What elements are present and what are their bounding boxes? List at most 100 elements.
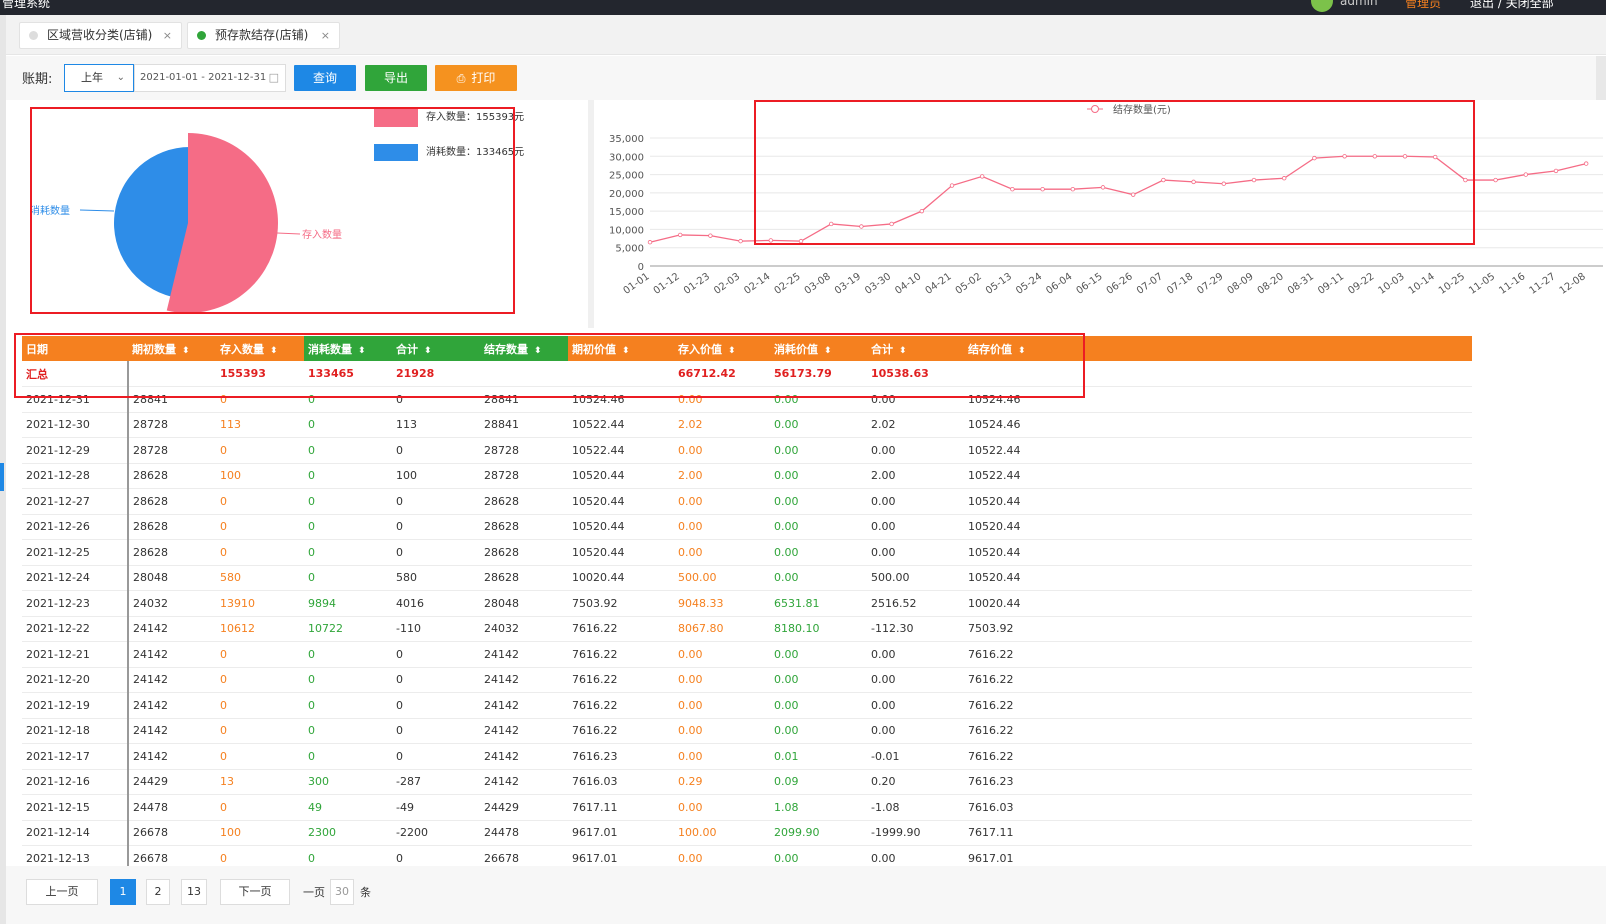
table-row[interactable]: 2021-12-30 28728 113 0 113 28841 10522.44 2.02 0… <box>22 412 1472 438</box>
sort-icon[interactable]: ⬍ <box>270 346 278 356</box>
sort-icon[interactable]: ⬍ <box>534 346 542 356</box>
sort-icon[interactable]: ⬍ <box>1018 346 1026 356</box>
data-point[interactable] <box>1282 176 1287 181</box>
data-point[interactable] <box>1070 186 1075 192</box>
sort-icon[interactable]: ⬍ <box>182 346 190 356</box>
page-last-button[interactable]: 13 <box>181 879 207 905</box>
data-point[interactable] <box>1040 186 1045 192</box>
table-row[interactable]: 2021-12-27 28628 0 0 0 28628 10520.44 0.00 0.00 0… <box>22 488 1472 515</box>
column-header[interactable]: 结存价值 ⬍ <box>964 336 1472 361</box>
column-header[interactable]: 消耗数量 ⬍ <box>304 336 392 361</box>
data-point[interactable] <box>859 224 864 229</box>
table-row[interactable]: 2021-12-29 28728 0 0 0 28728 10522.44 0.00 0.00 0… <box>22 437 1472 464</box>
data-point[interactable] <box>949 183 955 188</box>
data-point[interactable] <box>1553 168 1559 174</box>
table-row[interactable]: 2021-12-24 28048 580 0 580 28628 10020.44 500.0… <box>22 565 1472 591</box>
date-range-input[interactable]: 2021-01-01 - 2021-12-31 □ <box>134 64 286 92</box>
calendar-icon: □ <box>268 71 279 84</box>
x-tick-label: 01-01 <box>622 271 652 297</box>
table-row[interactable]: 2021-12-25 28628 0 0 0 28628 10520.44 0.00 0.00 0… <box>22 539 1472 566</box>
data-point[interactable] <box>1312 155 1317 161</box>
logout-link[interactable]: 退出 / 关闭全部 <box>1470 0 1554 11</box>
table-row[interactable]: 2021-12-19 24142 0 0 0 24142 7616.22 0.00 0.00 0.… <box>22 692 1472 719</box>
column-header[interactable]: 合计 ⬍ <box>392 336 480 361</box>
sort-icon[interactable]: ⬍ <box>424 346 432 356</box>
data-point[interactable] <box>1372 154 1377 159</box>
data-point[interactable] <box>677 232 683 238</box>
table-row[interactable]: 2021-12-17 24142 0 0 0 24142 7616.23 0.00 0.01 -0… <box>22 743 1472 770</box>
sort-icon[interactable]: ⬍ <box>824 346 832 356</box>
data-point[interactable] <box>1191 179 1196 185</box>
data-point[interactable] <box>708 233 713 238</box>
data-point[interactable] <box>1131 192 1136 197</box>
close-icon[interactable]: × <box>321 23 330 48</box>
data-point[interactable] <box>1584 161 1589 166</box>
tab-region-revenue[interactable]: 区域营收分类(店铺) × <box>19 22 182 49</box>
column-header[interactable]: 存入数量 ⬍ <box>216 336 304 361</box>
table-cell: 0 <box>216 718 304 744</box>
data-point[interactable] <box>1342 154 1347 159</box>
user-role[interactable]: 管理员 <box>1405 0 1441 11</box>
sort-icon[interactable]: ⬍ <box>899 346 907 356</box>
column-header[interactable]: 日期 <box>22 336 128 361</box>
table-cell: 0 <box>304 514 392 540</box>
data-point[interactable] <box>828 221 834 227</box>
next-page-button[interactable]: 下一页 <box>220 879 290 905</box>
print-button[interactable]: ⎙ 打印 <box>435 65 517 91</box>
data-point[interactable] <box>1493 177 1498 183</box>
table-row[interactable]: 2021-12-15 24478 0 49 -49 24429 7617.11 0.00 1.0… <box>22 794 1472 821</box>
sort-icon[interactable]: ⬍ <box>728 346 736 356</box>
legend-swatch-in[interactable] <box>374 108 418 127</box>
table-row[interactable]: 2021-12-21 24142 0 0 0 24142 7616.22 0.00 0.00 0.… <box>22 641 1472 668</box>
table-row[interactable]: 2021-12-18 24142 0 0 0 24142 7616.22 0.00 0.00 0.… <box>22 718 1472 744</box>
data-point[interactable] <box>1251 177 1257 183</box>
data-point[interactable] <box>768 238 773 243</box>
data-point[interactable] <box>738 238 743 244</box>
legend-swatch-out[interactable] <box>374 144 418 161</box>
column-header[interactable]: 存入价值 ⬍ <box>674 336 770 361</box>
table-row[interactable]: 2021-12-23 24032 13910 9894 4016 28048 7503.92… <box>22 590 1472 617</box>
data-point[interactable] <box>1100 185 1106 190</box>
period-select[interactable]: 上年 ⌄ <box>64 64 134 92</box>
user-avatar-icon[interactable] <box>1311 0 1333 12</box>
table-row[interactable]: 2021-12-13 26678 0 0 0 26678 9617.01 0.00 0.00 0.… <box>22 845 1472 866</box>
column-header[interactable]: 期初数量 ⬍ <box>128 336 216 361</box>
column-header[interactable]: 合计 ⬍ <box>867 336 964 361</box>
data-point[interactable] <box>1433 154 1438 160</box>
prev-page-button[interactable]: 上一页 <box>26 879 98 905</box>
data-point[interactable] <box>647 240 653 245</box>
close-icon[interactable]: × <box>163 23 172 48</box>
data-point[interactable] <box>1010 186 1015 192</box>
page-1-button[interactable]: 1 <box>110 879 136 905</box>
sort-icon[interactable]: ⬍ <box>622 346 630 356</box>
export-button[interactable]: 导出 <box>365 65 427 91</box>
tab-prepaid-balance[interactable]: 预存款结存(店铺) × <box>187 22 340 49</box>
data-point[interactable] <box>1161 177 1166 183</box>
page-2-button[interactable]: 2 <box>146 879 170 905</box>
table-row[interactable]: 2021-12-20 24142 0 0 0 24142 7616.22 0.00 0.00 0.… <box>22 667 1472 693</box>
data-point[interactable] <box>1463 177 1468 183</box>
data-point[interactable] <box>980 174 985 179</box>
data-point[interactable] <box>1523 172 1528 177</box>
page-size-input[interactable]: 30 <box>330 879 354 905</box>
data-point[interactable] <box>798 238 804 244</box>
table-row[interactable]: 2021-12-28 28628 100 0 100 28728 10520.44 2.00 0… <box>22 463 1472 489</box>
table-row[interactable]: 2021-12-16 24429 13 300 -287 24142 7616.03 0.29… <box>22 769 1472 795</box>
data-point[interactable] <box>889 221 894 227</box>
query-button[interactable]: 查询 <box>294 65 356 91</box>
data-point[interactable] <box>1221 181 1226 186</box>
table-cell: 10722 <box>304 616 392 642</box>
column-header[interactable]: 消耗价值 ⬍ <box>770 336 867 361</box>
column-header-label: 存入价值 <box>678 342 722 356</box>
data-point[interactable] <box>1402 154 1408 159</box>
user-name[interactable]: admin <box>1340 0 1378 8</box>
table-row[interactable]: 2021-12-31 28841 0 0 0 28841 10524.46 0.00 0.00 0… <box>22 386 1472 413</box>
line-legend[interactable]: 结存数量(元) <box>1113 103 1171 116</box>
column-header[interactable]: 结存数量 ⬍ <box>480 336 568 361</box>
column-header[interactable]: 期初价值 ⬍ <box>568 336 674 361</box>
data-point[interactable] <box>919 208 924 214</box>
table-row[interactable]: 2021-12-22 24142 10612 10722 -110 24032 7616.2… <box>22 616 1472 642</box>
table-row[interactable]: 2021-12-14 26678 100 2300 -2200 24478 9617.01 1… <box>22 820 1472 846</box>
table-row[interactable]: 2021-12-26 28628 0 0 0 28628 10520.44 0.00 0.00 0… <box>22 514 1472 540</box>
sort-icon[interactable]: ⬍ <box>358 346 366 356</box>
